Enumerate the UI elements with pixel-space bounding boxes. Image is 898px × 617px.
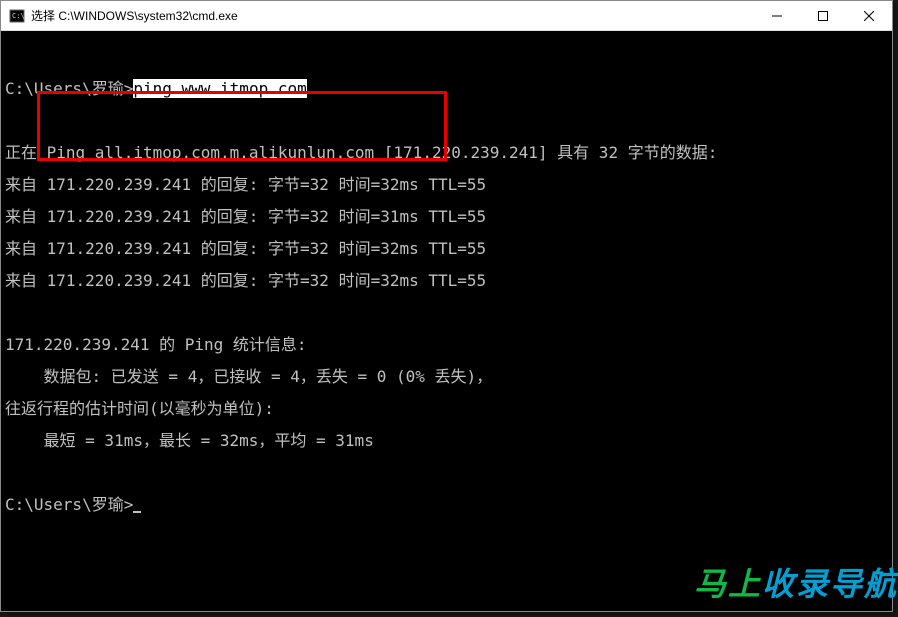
stats-rtt-header: 往返行程的估计时间(以毫秒为单位): (5, 401, 888, 417)
reply-line: 来自 171.220.239.241 的回复: 字节=32 时间=32ms TT… (5, 177, 888, 193)
prompt-prefix: C:\Users\罗瑜> (5, 79, 133, 98)
cmd-window: C:\ 选择 C:\WINDOWS\system32\cmd.exe C:\Us… (0, 0, 893, 612)
prompt-line-1: C:\Users\罗瑜>ping www.itmop.com (5, 81, 888, 97)
reply-line: 来自 171.220.239.241 的回复: 字节=32 时间=31ms TT… (5, 209, 888, 225)
maximize-button[interactable] (800, 1, 846, 30)
minimize-button[interactable] (754, 1, 800, 30)
window-title: 选择 C:\WINDOWS\system32\cmd.exe (31, 7, 754, 24)
cursor (133, 499, 141, 513)
window-controls (754, 1, 892, 30)
close-button[interactable] (846, 1, 892, 30)
blank-line (5, 49, 888, 65)
titlebar[interactable]: C:\ 选择 C:\WINDOWS\system32\cmd.exe (1, 1, 892, 31)
reply-line: 来自 171.220.239.241 的回复: 字节=32 时间=32ms TT… (5, 241, 888, 257)
blank-line (5, 305, 888, 321)
prompt-line-2: C:\Users\罗瑜> (5, 497, 888, 513)
blank-line (5, 113, 888, 129)
stats-packets: 数据包: 已发送 = 4，已接收 = 4，丢失 = 0 (0% 丢失)， (5, 369, 888, 385)
stats-header: 171.220.239.241 的 Ping 统计信息: (5, 337, 888, 353)
svg-text:C:\: C:\ (12, 12, 25, 20)
blank-line (5, 465, 888, 481)
prompt-prefix: C:\Users\罗瑜> (5, 495, 133, 514)
cmd-icon: C:\ (9, 8, 25, 24)
reply-line: 来自 171.220.239.241 的回复: 字节=32 时间=32ms TT… (5, 273, 888, 289)
ping-header: 正在 Ping all.itmop.com.m.alikunlun.com [1… (5, 145, 888, 161)
selected-command: ping www.itmop.com (133, 79, 306, 98)
terminal-area[interactable]: C:\Users\罗瑜>ping www.itmop.com 正在 Ping a… (1, 31, 892, 611)
stats-rtt-values: 最短 = 31ms，最长 = 32ms，平均 = 31ms (5, 433, 888, 449)
